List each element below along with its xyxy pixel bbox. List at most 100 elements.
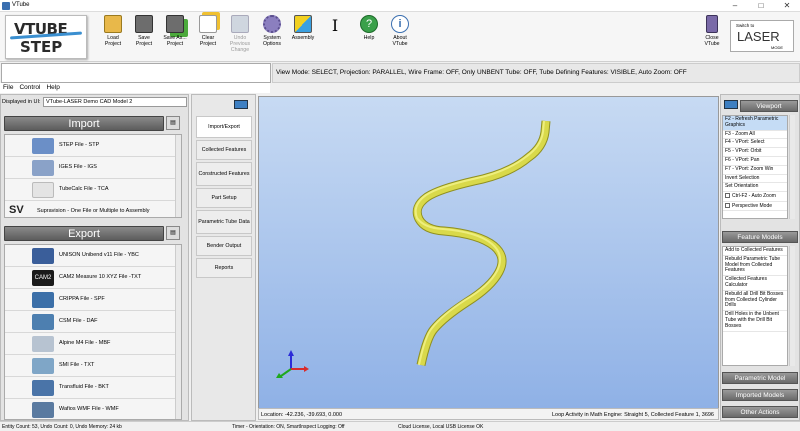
maximize-icon[interactable]: □ [748, 0, 774, 12]
displayed-label: Displayed in UI: [2, 99, 41, 105]
switch-to-laser-mode-button[interactable]: Switch to LASER MODE [730, 20, 794, 52]
help-button[interactable]: ? Help [354, 14, 384, 60]
list-item[interactable]: Add to Collected Features [723, 247, 787, 256]
step-file-icon [32, 138, 54, 154]
feature-item-label: Rebuild all Drill Bit Bosses from Collec… [725, 290, 784, 309]
clear-project-button[interactable]: Clear Project [193, 14, 223, 60]
info-icon: i [391, 15, 409, 33]
feature-item-label: Add to Collected Features [725, 247, 783, 253]
tab-part-setup[interactable]: Part Setup [196, 188, 252, 208]
tab-bender-output[interactable]: Bender Output [196, 236, 252, 256]
list-item[interactable]: IGES File - IGS [5, 157, 181, 179]
viewport-list-scrollbar[interactable] [789, 115, 795, 219]
list-item[interactable]: CRIPPA File - SPF [5, 289, 181, 311]
list-item[interactable]: F4 - VPort: Select [723, 139, 787, 149]
menu-help[interactable]: Help [43, 83, 62, 92]
list-item[interactable]: F7 - VPort: Zoom Win [723, 166, 787, 175]
system-options-button[interactable]: System Options [257, 14, 287, 60]
save-as-icon [166, 15, 184, 33]
undo-label3: Change [230, 47, 250, 53]
import-item-label: STEP File - STP [59, 142, 100, 148]
list-item[interactable]: Set Orientation [723, 183, 787, 193]
tab-parametric-tube-data[interactable]: Parametric Tube Data [196, 210, 252, 234]
text-cursor-button[interactable]: I [320, 14, 350, 60]
panel-toggle-icon[interactable] [234, 100, 248, 109]
list-item[interactable]: SV Supravision - One File or Multiple to… [5, 201, 181, 217]
imported-models-header[interactable]: Imported Models [722, 389, 798, 401]
auto-zoom-checkbox[interactable] [725, 193, 730, 199]
feature-list-scrollbar[interactable] [789, 246, 795, 366]
about-label2: VTube [392, 41, 408, 47]
feature-models-header[interactable]: Feature Models [722, 231, 798, 243]
viewport-item-label: Perspective Mode [732, 202, 773, 209]
list-item[interactable]: Rebuild all Drill Bit Bosses from Collec… [723, 290, 787, 312]
tab-collected-features[interactable]: Collected Features [196, 140, 252, 160]
minimize-icon[interactable]: – [722, 0, 748, 12]
command-input-area[interactable] [1, 63, 271, 83]
3d-viewport[interactable] [258, 96, 719, 409]
list-item[interactable]: Ctrl-F2 - Auto Zoom [723, 192, 787, 202]
mode-label: MODE [771, 45, 783, 50]
displayed-model-field[interactable]: VTube-LASER Demo CAD Model 2 [43, 97, 187, 107]
list-item[interactable]: Transfluid File - BKT [5, 377, 181, 399]
list-item[interactable]: Invert Selection [723, 175, 787, 184]
assembly-button[interactable]: Assembly [288, 14, 318, 60]
other-actions-header[interactable]: Other Actions [722, 406, 798, 418]
import-collapse-button[interactable]: ▤ [166, 116, 180, 130]
about-vtube-button[interactable]: i About VTube [385, 14, 415, 60]
right-panel-toggle-icon[interactable] [724, 100, 738, 109]
export-scrollbar[interactable] [175, 245, 181, 419]
assembly-cubes-icon [294, 15, 312, 33]
list-item[interactable]: F3 - Zoom All [723, 131, 787, 140]
save-as-project-button[interactable]: Save As... Project [160, 14, 190, 60]
viewport-item-label: F6 - VPort: Pan [725, 156, 760, 163]
list-item[interactable]: TubeCalc File - TCA [5, 179, 181, 201]
import-list: STEP File - STP IGES File - IGS TubeCalc… [4, 134, 182, 218]
list-item[interactable]: Drill Holes in the Unbent Tube with the … [723, 311, 787, 332]
perspective-mode-checkbox[interactable] [725, 202, 730, 208]
list-item[interactable]: F6 - VPort: Pan [723, 157, 787, 166]
export-header[interactable]: Export [4, 226, 164, 241]
load-project-button[interactable]: Load Project [98, 14, 128, 60]
menu-file[interactable]: File [0, 83, 16, 92]
undo-button[interactable]: Undo Previous Change [225, 14, 255, 60]
list-item[interactable]: CSM File - DAF [5, 311, 181, 333]
viewport-item-label: F2 - Refresh Parametric Graphics [725, 116, 779, 128]
feature-item-label: Drill Holes in the Unbent Tube with the … [725, 311, 779, 329]
view-mode-status-text: View Mode: SELECT, Projection: PARALLEL,… [276, 69, 687, 76]
import-scrollbar[interactable] [175, 135, 181, 217]
parametric-model-header[interactable]: Parametric Model [722, 372, 798, 384]
list-item[interactable]: Rebuild Parametric Tube Model from Colle… [723, 256, 787, 277]
folder-icon [104, 15, 122, 33]
iges-file-icon [32, 160, 54, 176]
import-header[interactable]: Import [4, 116, 164, 131]
list-item[interactable]: Alpine M4 File - MBF [5, 333, 181, 355]
ribbon-toolbar: VTUBE STEP Load Project Save Project Sav… [0, 12, 800, 62]
close-icon[interactable]: ✕ [774, 0, 800, 12]
undo-icon [231, 15, 249, 33]
list-item[interactable]: STEP File - STP [5, 135, 181, 157]
export-item-label: Wafios WMF File - WMF [59, 406, 119, 412]
save-project-button[interactable]: Save Project [129, 14, 159, 60]
close-vtube-button[interactable]: Close VTube [697, 14, 727, 60]
title-bar: VTube – □ ✕ [0, 0, 800, 12]
list-item[interactable]: F2 - Refresh Parametric Graphics [723, 116, 787, 131]
list-item[interactable]: UNISON Unibend v11 File - YBC [5, 245, 181, 267]
save-as-label2: Project [166, 41, 184, 47]
laser-label: LASER [737, 29, 780, 44]
list-item[interactable]: Collected Features Calculator [723, 276, 787, 291]
export-collapse-button[interactable]: ▤ [166, 226, 180, 240]
tab-reports[interactable]: Reports [196, 258, 252, 278]
list-item[interactable]: SMI File - TXT [5, 355, 181, 377]
tab-constructed-features[interactable]: Constructed Features [196, 162, 252, 186]
supravision-icon: SV [9, 204, 24, 216]
list-item[interactable]: CAM2 CAM2 Measure 10 XYZ File -TXT [5, 267, 181, 289]
tab-import-export[interactable]: Import/Export [196, 116, 252, 138]
menu-control[interactable]: Control [16, 83, 43, 92]
smi-file-icon [32, 358, 54, 374]
viewport-panel-header[interactable]: Viewport [740, 100, 798, 112]
list-item[interactable]: F5 - VPort: Orbit [723, 148, 787, 157]
list-item[interactable]: Wafios WMF File - WMF [5, 399, 181, 419]
import-item-label: IGES File - IGS [59, 164, 97, 170]
list-item[interactable]: Perspective Mode [723, 202, 787, 212]
